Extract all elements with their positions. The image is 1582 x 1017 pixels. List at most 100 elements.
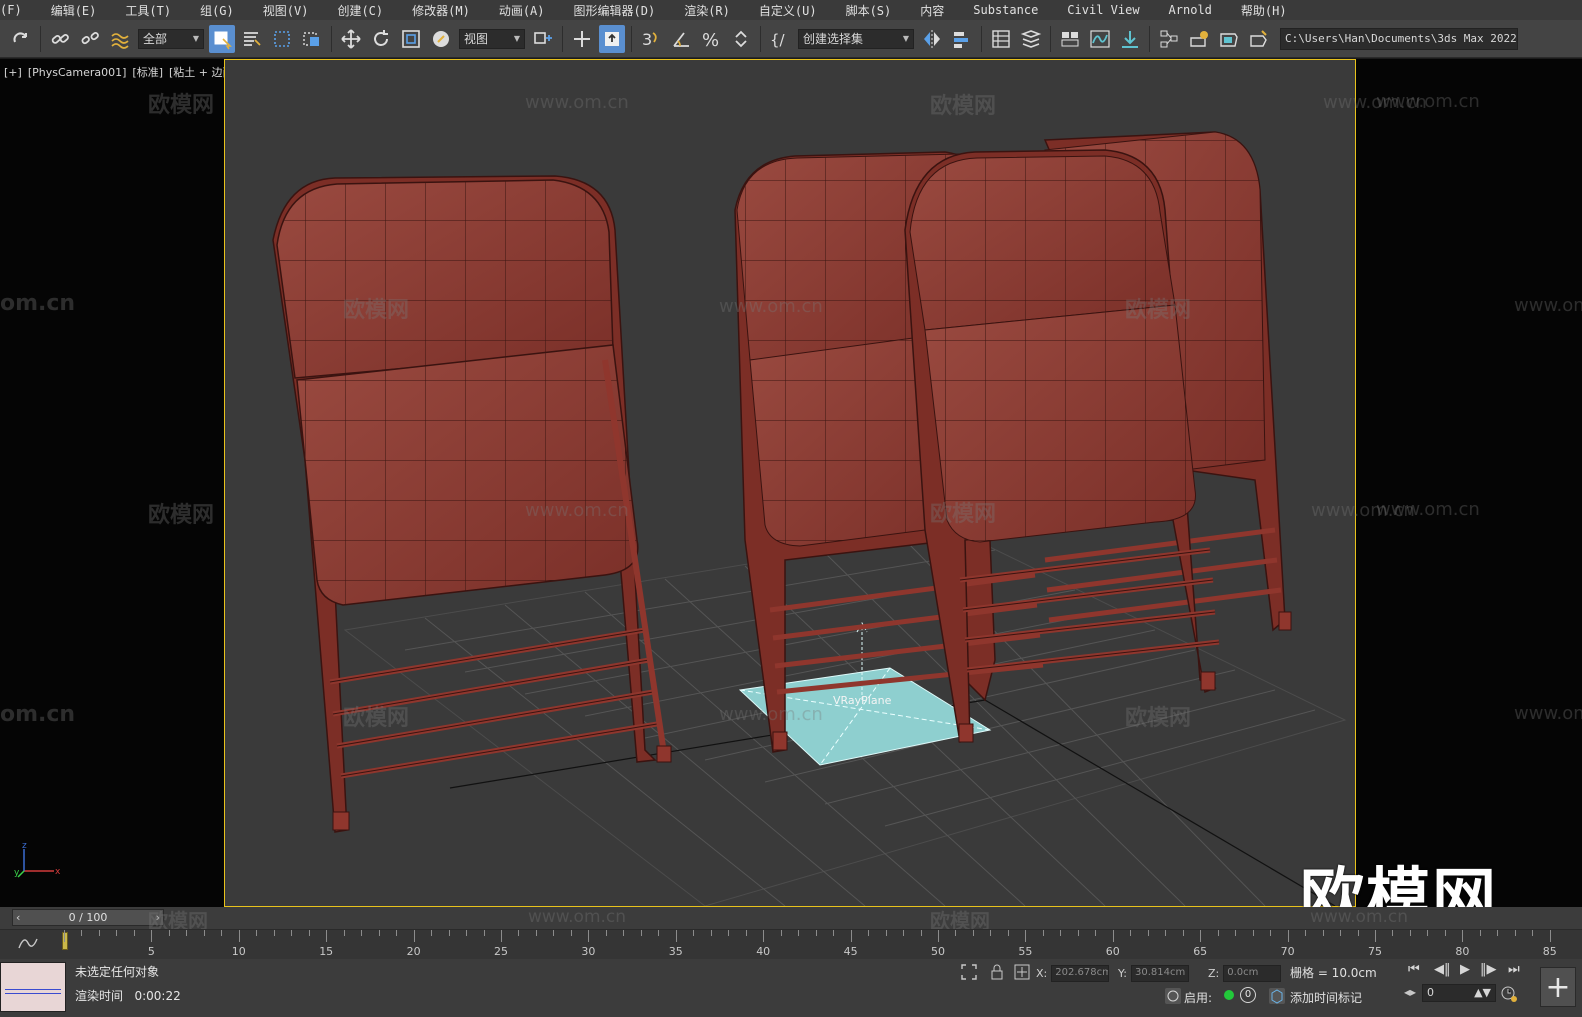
- x-coordinate-field[interactable]: 202.678cm: [1051, 965, 1110, 982]
- window-crossing-icon[interactable]: [299, 25, 325, 53]
- curve-editor-icon[interactable]: [1087, 25, 1113, 53]
- lock-icon[interactable]: [988, 963, 1006, 981]
- timeline-tick: [1287, 930, 1289, 942]
- timeline-tick: [501, 930, 502, 942]
- status-bar: 未选定任何对象 渲染时间 0:00:22 X: 202.678cm Y: 30.81…: [0, 959, 1582, 1017]
- menu-arnold[interactable]: Arnold: [1156, 3, 1228, 17]
- scene-explorer-icon[interactable]: [988, 25, 1014, 53]
- reference-coordinate-dropdown[interactable]: 视图 ▼: [459, 28, 525, 49]
- absolute-mode-icon[interactable]: [1013, 963, 1031, 981]
- menu-create[interactable]: 创建(C): [324, 2, 399, 19]
- menu-substance[interactable]: Substance: [960, 3, 1054, 17]
- camera-viewport[interactable]: VRayPlane www.om.cn 欧模网 www.om.cn 欧模网 ww…: [224, 59, 1427, 907]
- select-manipulate-icon[interactable]: [569, 25, 595, 53]
- render-setup-icon[interactable]: [1186, 25, 1212, 53]
- percent-snap-icon[interactable]: %: [698, 25, 724, 53]
- status-green-dot-icon: [1224, 990, 1234, 1000]
- next-frame-icon[interactable]: ‖▶: [1480, 962, 1497, 977]
- current-frame-field[interactable]: 0 ▲▼: [1422, 984, 1496, 1002]
- menu-graph-editors[interactable]: 图形编辑器(D): [561, 2, 672, 19]
- spinner-snap-icon[interactable]: [728, 25, 754, 53]
- go-to-start-icon[interactable]: ⏮: [1408, 962, 1420, 977]
- mini-curve-editor-icon[interactable]: [16, 933, 40, 953]
- adaptive-degradation-icon[interactable]: [1164, 987, 1182, 1005]
- viewport-general-menu[interactable]: [+]: [4, 66, 22, 79]
- layer-explorer-icon[interactable]: [1018, 25, 1044, 53]
- watermark-url: www.om.cn: [525, 500, 629, 521]
- menu-civil-view[interactable]: Civil View: [1054, 3, 1155, 17]
- y-coordinate-field[interactable]: 30.814cm: [1130, 965, 1189, 982]
- viewport-area[interactable]: [+] [PhysCamera001] [标准] [粘土 + 边面] om.cn om…: [0, 59, 1582, 936]
- scale-icon[interactable]: [398, 25, 424, 53]
- unlink-icon[interactable]: [77, 25, 103, 53]
- menu-content[interactable]: 内容: [907, 2, 960, 19]
- previous-frame-icon[interactable]: ◀‖: [1434, 962, 1451, 977]
- play-icon[interactable]: ▶: [1460, 962, 1470, 977]
- select-by-name-icon[interactable]: [239, 25, 265, 53]
- menu-modifiers[interactable]: 修改器(M): [399, 2, 486, 19]
- menu-customize[interactable]: 自定义(U): [746, 2, 833, 19]
- menu-scripting[interactable]: 脚本(S): [833, 2, 908, 19]
- timeline-tick: [1130, 930, 1132, 936]
- time-configuration-icon[interactable]: [1500, 985, 1518, 1003]
- schematic-view-icon[interactable]: [1156, 25, 1182, 53]
- menu-view[interactable]: 视图(V): [250, 2, 325, 19]
- timeline-tick: [1497, 930, 1499, 936]
- pivot-center-icon[interactable]: [530, 25, 556, 53]
- timeline-tick: [640, 930, 642, 936]
- mirror-icon[interactable]: [919, 25, 945, 53]
- render-production-icon[interactable]: [1246, 25, 1272, 53]
- select-object-icon[interactable]: [209, 24, 235, 53]
- go-to-end-icon[interactable]: ⏭: [1508, 962, 1520, 977]
- timeline-tick: [815, 930, 817, 936]
- angle-snap-icon[interactable]: [668, 25, 694, 53]
- named-selection-set-dropdown[interactable]: 创建选择集 ▼: [798, 28, 914, 49]
- maxscript-mini-listener[interactable]: [0, 962, 66, 1012]
- timeline-tick: [133, 930, 135, 936]
- menu-edit[interactable]: 编辑(E): [38, 2, 113, 19]
- time-slider[interactable]: ‹ 0 / 100 ›: [12, 909, 164, 926]
- redo-icon[interactable]: [8, 25, 34, 53]
- menu-tools[interactable]: 工具(T): [112, 2, 187, 19]
- align-icon[interactable]: [949, 25, 975, 53]
- watermark-url: www.om.cn: [1376, 91, 1480, 112]
- timeline-tick: [256, 930, 258, 936]
- rectangular-selection-icon[interactable]: [269, 25, 295, 53]
- project-path-field[interactable]: C:\Users\Han\Documents\3ds Max 2022: [1280, 27, 1518, 50]
- menu-group[interactable]: 组(G): [187, 2, 250, 19]
- timeline-tick: [745, 930, 747, 936]
- viewport-label[interactable]: [+] [PhysCamera001] [标准] [粘土 + 边面]: [4, 64, 244, 80]
- menu-animation[interactable]: 动画(A): [486, 2, 561, 19]
- move-icon[interactable]: [338, 25, 364, 53]
- z-coordinate-field[interactable]: 0.0cm: [1223, 965, 1282, 982]
- keyboard-shortcut-override-icon[interactable]: [599, 24, 625, 53]
- scene-render: VRayPlane: [272, 131, 1347, 906]
- rotate-icon[interactable]: [368, 25, 394, 53]
- selection-filter-dropdown[interactable]: 全部 ▼: [138, 28, 204, 49]
- time-tag-icon[interactable]: [1268, 987, 1286, 1005]
- edit-named-selection-icon[interactable]: {/: [767, 25, 793, 53]
- timeline-tick: [1252, 930, 1254, 936]
- menu-rendering[interactable]: 渲染(R): [671, 2, 746, 19]
- ribbon-toggle-icon[interactable]: [1057, 25, 1083, 53]
- dope-sheet-icon[interactable]: [1117, 25, 1143, 53]
- watermark-logo: 欧模网: [1125, 298, 1192, 323]
- enable-counter[interactable]: 0: [1240, 987, 1256, 1003]
- timeline-tick: [308, 930, 310, 936]
- timeline-tick: [273, 930, 275, 936]
- placement-icon[interactable]: [428, 25, 454, 53]
- bind-space-warp-icon[interactable]: [107, 25, 133, 53]
- rendered-frame-window-icon[interactable]: [1216, 25, 1242, 53]
- add-time-tag-button[interactable]: 添加时间标记: [1290, 989, 1362, 1006]
- track-bar[interactable]: 5 10 15 20 25 30 35 40 45 50 55 60 65 70 75 80 85: [0, 929, 1582, 959]
- snaps-toggle-icon[interactable]: 3: [638, 25, 664, 53]
- isolate-selection-icon[interactable]: [960, 963, 978, 981]
- key-mode-icon[interactable]: ◂▸: [1404, 985, 1422, 1003]
- menu-file[interactable]: (F): [0, 3, 38, 17]
- create-command-panel-button[interactable]: +: [1540, 967, 1576, 1007]
- timeline-tick-label: 15: [319, 945, 334, 958]
- viewport-standard-menu[interactable]: [标准]: [132, 66, 163, 79]
- link-icon[interactable]: [47, 25, 73, 53]
- viewport-camera-menu[interactable]: [PhysCamera001]: [28, 66, 127, 79]
- menu-help[interactable]: 帮助(H): [1228, 2, 1303, 19]
